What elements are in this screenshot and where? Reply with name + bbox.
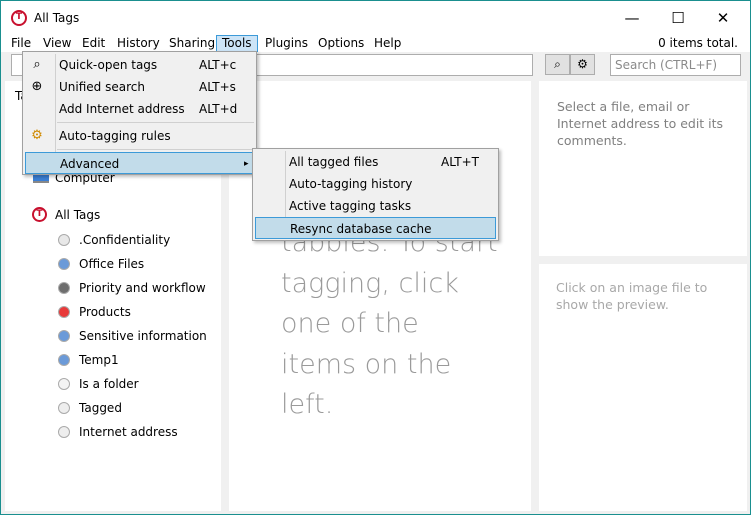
menu-item-active-tagging-tasks[interactable]: Active tagging tasks [255, 195, 496, 217]
gear-icon: ⚙ [577, 57, 588, 71]
close-button[interactable]: ✕ [701, 7, 745, 29]
menu-item-all-tagged-files[interactable]: All tagged files ALT+T [255, 151, 496, 173]
unified-search-icon: ⊕ [31, 79, 43, 94]
menu-item-quick-open-tags[interactable]: ⌕ Quick-open tags ALT+c [25, 54, 254, 76]
tag-color-icon [58, 354, 70, 366]
items-count: 0 items total. [658, 36, 738, 50]
tools-menu: ⌕ Quick-open tags ALT+c ⊕ Unified search ALT+… [22, 51, 257, 175]
menu-item-label: Active tagging tasks [289, 199, 412, 213]
preview-hint: Click on an image file to show the previ… [556, 280, 708, 312]
tag-color-icon [58, 402, 70, 414]
menu-item-add-internet-address[interactable]: Add Internet address ALT+d [25, 98, 254, 120]
tree-item-tag[interactable]: .Confidentiality [53, 231, 170, 249]
tag-color-icon [58, 258, 70, 270]
menu-item-shortcut: ALT+c [199, 58, 237, 72]
tree-item-tag[interactable]: Tagged [53, 399, 122, 417]
title-bar: T All Tags — ☐ ✕ [1, 1, 750, 34]
tag-color-icon [58, 378, 70, 390]
menu-item-label: Resync database cache [290, 222, 432, 236]
tree-item-tag[interactable]: Products [53, 303, 131, 321]
menu-item-auto-tagging-rules[interactable]: ⚙ Auto-tagging rules [25, 125, 254, 147]
center-hint-line: tagging, click [281, 267, 459, 299]
quick-open-button[interactable]: ⌕ [545, 54, 570, 75]
tree-item-label: Temp1 [79, 353, 119, 367]
menu-item-label: Unified search [59, 80, 145, 94]
minimize-button[interactable]: — [610, 7, 654, 29]
search-input[interactable]: Search (CTRL+F) [610, 54, 741, 76]
menu-file[interactable]: File [6, 35, 36, 52]
magnifier-tag-icon: ⌕ [554, 57, 561, 71]
menu-item-label: Advanced [60, 157, 120, 171]
menu-history[interactable]: History [112, 35, 165, 52]
tree-item-tag[interactable]: Internet address [53, 423, 178, 441]
tree-item-tag[interactable]: Priority and workflow [53, 279, 206, 297]
center-hint-line: one of the [281, 308, 419, 339]
comments-hint: Select a file, email or Internet address… [557, 99, 724, 148]
center-hint-line: left. [281, 389, 334, 420]
menu-view[interactable]: View [38, 35, 76, 52]
tree-item-label: Priority and workflow [79, 281, 206, 295]
comments-panel: Select a file, email or Internet address… [539, 81, 747, 256]
menu-item-shortcut: ALT+s [199, 80, 236, 94]
tree-item-tag[interactable]: Is a folder [53, 375, 139, 393]
tree-item-label: Is a folder [79, 377, 139, 391]
menu-sharing[interactable]: Sharing [164, 35, 220, 52]
tree-item-label: Internet address [79, 425, 178, 439]
menu-item-label: Auto-tagging rules [59, 129, 171, 143]
tree-item-all-tags[interactable]: T All Tags [29, 206, 100, 224]
tree-item-tag[interactable]: Sensitive information [53, 327, 207, 345]
tree-item-label: .Confidentiality [79, 233, 171, 247]
tree-item-tag[interactable]: Office Files [53, 255, 144, 273]
tag-color-icon [58, 306, 70, 318]
tree-item-tag[interactable]: Temp1 [53, 351, 119, 369]
all-tags-icon: T [32, 207, 47, 222]
auto-tagging-button[interactable]: ⚙ [570, 54, 595, 75]
menu-tools[interactable]: Tools [216, 35, 258, 52]
menu-item-label: Quick-open tags [59, 58, 158, 72]
submenu-arrow-icon: ▸ [244, 159, 249, 169]
menu-options[interactable]: Options [313, 35, 369, 52]
menu-item-label: Auto-tagging history [289, 177, 413, 191]
auto-tagging-gear-icon: ⚙ [31, 128, 43, 143]
menu-item-shortcut: ALT+T [441, 155, 479, 169]
center-hint-line: items on the [281, 348, 452, 380]
menu-item-advanced[interactable]: Advanced ▸ [25, 152, 254, 174]
menu-help[interactable]: Help [369, 35, 406, 52]
tree-item-label: Office Files [79, 257, 145, 271]
menu-bar: File View Edit History Sharing Tools Plu… [1, 34, 750, 52]
menu-item-shortcut: ALT+d [199, 102, 238, 116]
tag-color-icon [58, 234, 70, 246]
tree-item-label: Products [79, 305, 131, 319]
menu-item-auto-tagging-history[interactable]: Auto-tagging history [255, 173, 496, 195]
menu-item-resync-database-cache[interactable]: Resync database cache [255, 217, 496, 239]
menu-item-label: Add Internet address [59, 102, 185, 116]
tag-color-icon [58, 282, 70, 294]
tree-item-label: Tagged [79, 401, 122, 415]
menu-plugins[interactable]: Plugins [260, 35, 313, 52]
app-logo-icon: T [11, 10, 27, 26]
magnifier-tag-icon: ⌕ [33, 57, 41, 72]
tag-color-icon [58, 426, 70, 438]
maximize-button[interactable]: ☐ [656, 7, 700, 29]
advanced-submenu: All tagged files ALT+T Auto-tagging histor… [252, 148, 499, 241]
tree-item-label: All Tags [55, 208, 101, 222]
tag-color-icon [58, 330, 70, 342]
menu-edit[interactable]: Edit [77, 35, 110, 52]
window-title: All Tags [34, 11, 80, 25]
tree-item-label: Sensitive information [79, 329, 207, 343]
preview-panel: Click on an image file to show the previ… [539, 264, 747, 511]
menu-item-label: All tagged files [289, 155, 379, 169]
menu-item-unified-search[interactable]: ⊕ Unified search ALT+s [25, 76, 254, 98]
